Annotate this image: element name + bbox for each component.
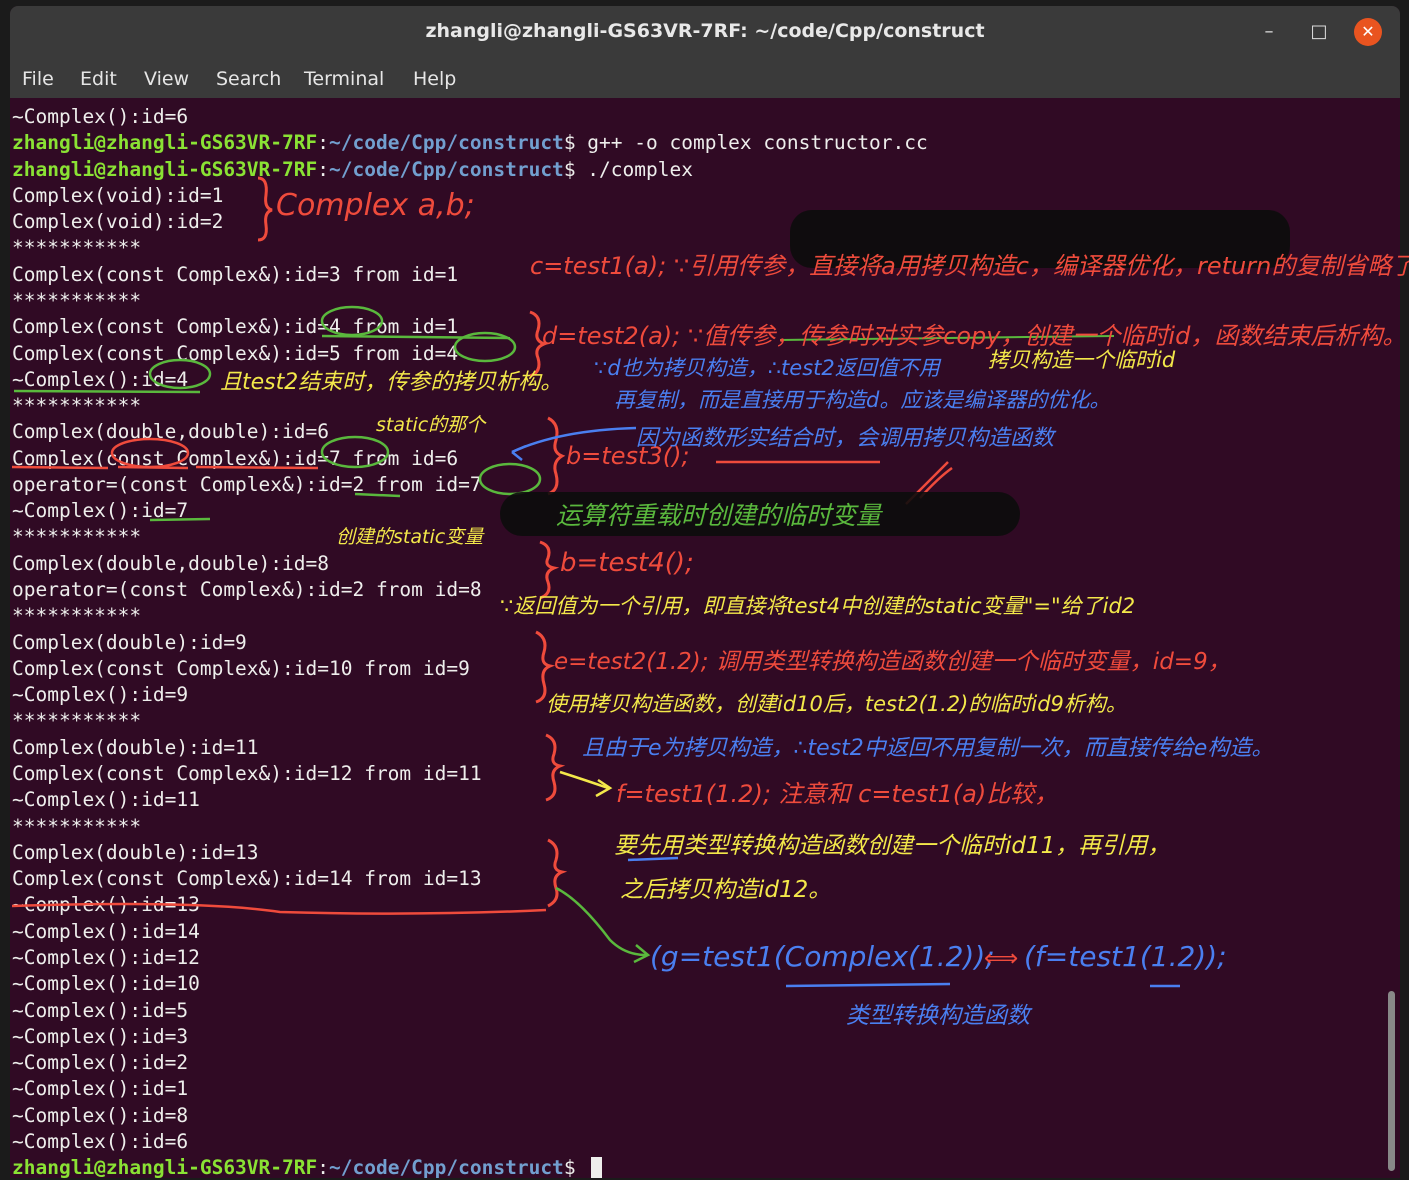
menu-search[interactable]: Search bbox=[216, 68, 281, 90]
terminal-output[interactable]: ~Complex():id=6 zhangli@zhangli-GS63VR-7R… bbox=[10, 98, 1380, 1178]
prompt-colon: : bbox=[317, 131, 329, 155]
prompt-user: zhangli@zhangli-GS63VR-7RF bbox=[12, 131, 318, 155]
output-line: Complex(double):id=11 bbox=[12, 735, 259, 759]
menu-terminal[interactable]: Terminal bbox=[304, 68, 384, 90]
prompt-symbol: $ bbox=[563, 1156, 576, 1178]
output-line: *********** bbox=[12, 604, 142, 628]
output-line: *********** bbox=[12, 394, 142, 418]
prompt-symbol: $ bbox=[563, 131, 576, 155]
minimize-icon[interactable]: – bbox=[1255, 18, 1283, 46]
output-line: *********** bbox=[12, 814, 142, 838]
output-line: Complex(const Complex&):id=4 from id=1 bbox=[12, 315, 459, 339]
menu-edit[interactable]: Edit bbox=[80, 68, 117, 90]
output-line: ~Complex():id=12 bbox=[12, 945, 200, 969]
prompt-colon: : bbox=[317, 157, 329, 181]
command-text bbox=[576, 1156, 588, 1178]
output-line: ~Complex():id=4 bbox=[12, 367, 189, 391]
output-line: Complex(double,double):id=8 bbox=[12, 551, 329, 575]
terminal-window: zhangli@zhangli-GS63VR-7RF: ~/code/Cpp/c… bbox=[10, 6, 1400, 1178]
output-line: Complex(const Complex&):id=7 from id=6 bbox=[12, 446, 459, 470]
output-line: Complex(double):id=13 bbox=[12, 840, 259, 864]
prompt-line: zhangli@zhangli-GS63VR-7RF:~/code/Cpp/co… bbox=[12, 157, 693, 183]
output-line: ~Complex():id=2 bbox=[12, 1051, 189, 1075]
output-line: ~Complex():id=5 bbox=[12, 998, 189, 1022]
prompt-colon: : bbox=[317, 1156, 329, 1178]
output-line: operator=(const Complex&):id=2 from id=7 bbox=[12, 472, 482, 496]
output-line: *********** bbox=[12, 525, 142, 549]
output-line: ~Complex():id=9 bbox=[12, 683, 189, 707]
output-line: ~Complex():id=1 bbox=[12, 1077, 189, 1101]
menu-view[interactable]: View bbox=[144, 68, 189, 90]
text-cursor bbox=[591, 1156, 603, 1178]
prompt-user: zhangli@zhangli-GS63VR-7RF bbox=[12, 1156, 318, 1178]
output-line: Complex(const Complex&):id=5 from id=4 bbox=[12, 341, 459, 365]
menu-file[interactable]: File bbox=[22, 68, 54, 90]
prompt-path: ~/code/Cpp/construct bbox=[329, 1156, 564, 1178]
scrollbar[interactable] bbox=[1388, 991, 1395, 1171]
output-line: ~Complex():id=11 bbox=[12, 788, 200, 812]
output-line: Complex(const Complex&):id=14 from id=13 bbox=[12, 867, 482, 891]
output-line: *********** bbox=[12, 709, 142, 733]
output-line: ~Complex():id=6 bbox=[12, 1129, 189, 1153]
output-line: Complex(const Complex&):id=10 from id=9 bbox=[12, 656, 470, 680]
output-line: *********** bbox=[12, 236, 142, 260]
prompt-path: ~/code/Cpp/construct bbox=[329, 157, 564, 181]
command-text: ./complex bbox=[575, 157, 693, 181]
command-text: g++ -o complex constructor.cc bbox=[575, 131, 928, 155]
title-bar[interactable]: zhangli@zhangli-GS63VR-7RF: ~/code/Cpp/c… bbox=[10, 6, 1400, 58]
output-line: Complex(double):id=9 bbox=[12, 630, 247, 654]
menu-help[interactable]: Help bbox=[413, 68, 456, 90]
output-line: ~Complex():id=6 bbox=[12, 105, 189, 128]
output-line: ~Complex():id=13 bbox=[12, 893, 200, 917]
output-line: Complex(double,double):id=6 bbox=[12, 420, 329, 444]
output-line: Complex(void):id=1 bbox=[12, 183, 224, 207]
window-title: zhangli@zhangli-GS63VR-7RF: ~/code/Cpp/c… bbox=[425, 20, 985, 42]
menu-bar: File Edit View Search Terminal Help bbox=[10, 58, 1400, 98]
prompt-line: zhangli@zhangli-GS63VR-7RF:~/code/Cpp/co… bbox=[12, 130, 928, 156]
output-line: operator=(const Complex&):id=2 from id=8 bbox=[12, 578, 482, 602]
output-line: ~Complex():id=8 bbox=[12, 1103, 189, 1127]
maximize-icon[interactable]: □ bbox=[1305, 18, 1333, 46]
output-line: Complex(void):id=2 bbox=[12, 210, 224, 234]
output-line: *********** bbox=[12, 288, 142, 312]
output-line: Complex(const Complex&):id=12 from id=11 bbox=[12, 762, 482, 785]
prompt-path: ~/code/Cpp/construct bbox=[329, 131, 564, 155]
output-line: Complex(const Complex&):id=3 from id=1 bbox=[12, 262, 459, 286]
output-line: ~Complex():id=14 bbox=[12, 919, 200, 943]
prompt-user: zhangli@zhangli-GS63VR-7RF bbox=[12, 157, 318, 181]
output-line: ~Complex():id=3 bbox=[12, 1024, 189, 1048]
prompt-line: zhangli@zhangli-GS63VR-7RF:~/code/Cpp/co… bbox=[12, 1155, 603, 1178]
output-line: ~Complex():id=7 bbox=[12, 499, 189, 523]
close-icon[interactable]: ✕ bbox=[1354, 18, 1382, 46]
output-line: ~Complex():id=10 bbox=[12, 972, 200, 996]
prompt-symbol: $ bbox=[563, 157, 576, 181]
